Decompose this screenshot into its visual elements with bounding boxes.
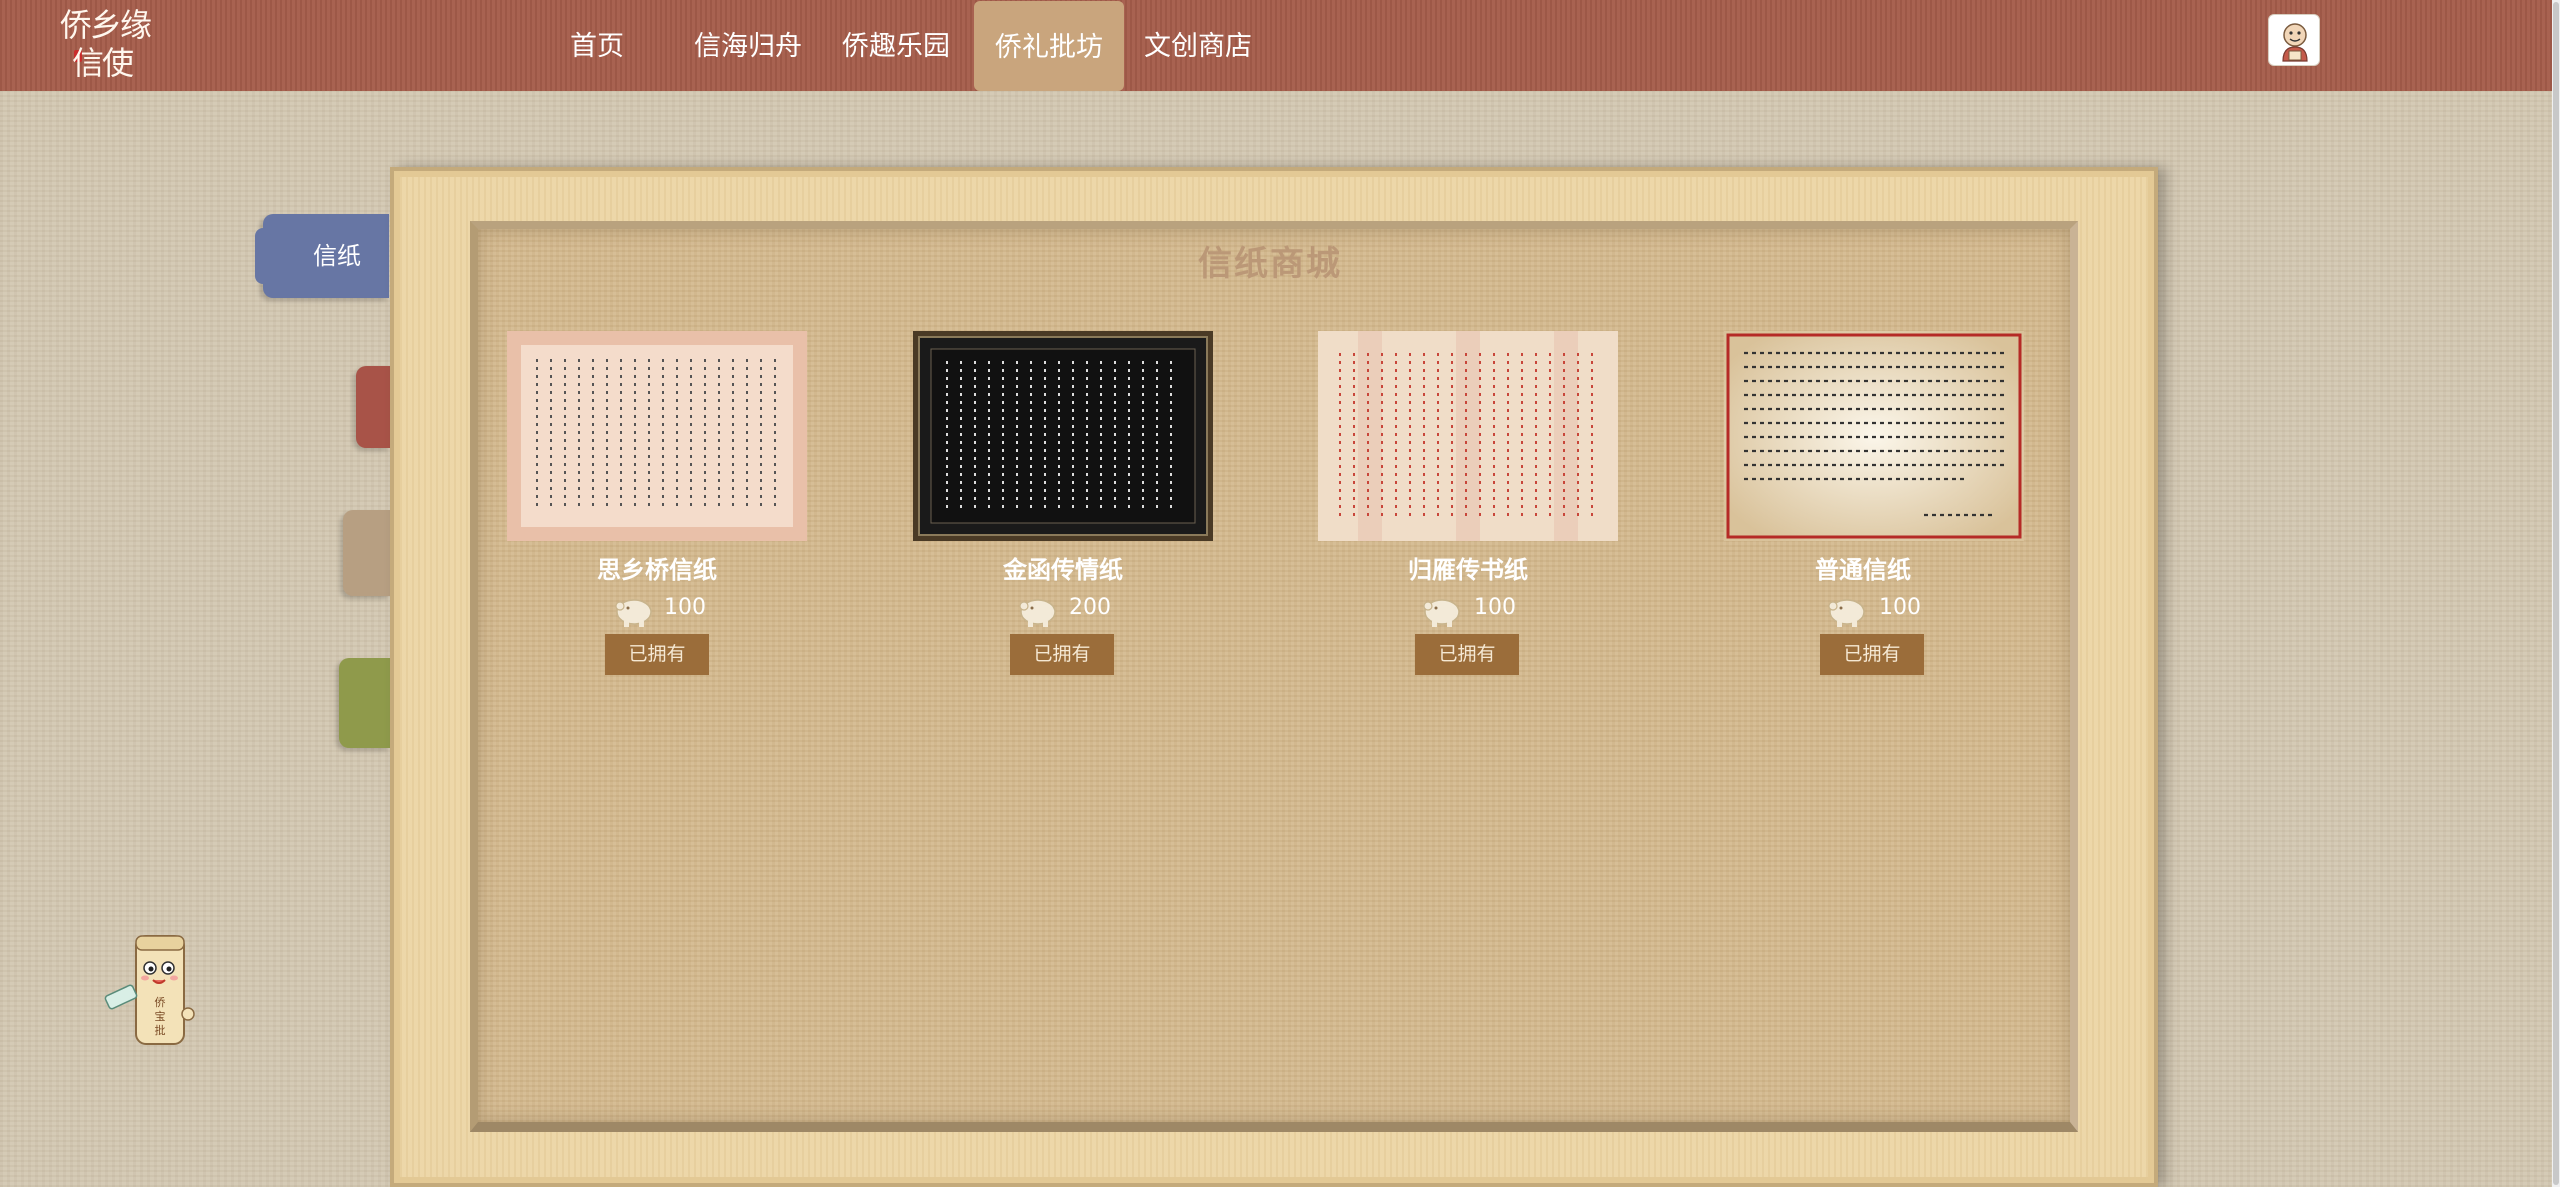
side-tab-letter-paper[interactable]: 信纸: [255, 214, 389, 298]
pig-coin-icon: [1420, 592, 1462, 628]
product-name-3: 归雁传书纸: [1408, 556, 1528, 584]
side-tab-label: 信纸: [313, 242, 361, 270]
nav-home[interactable]: 首页: [552, 0, 642, 91]
side-tab-olive[interactable]: [339, 658, 390, 748]
pig-coin-icon: [612, 592, 654, 628]
product-price-1: 100: [664, 595, 706, 620]
user-avatar[interactable]: [2268, 14, 2320, 66]
product-name-1: 思乡桥信纸: [597, 556, 717, 584]
top-navbar: 侨乡缘 信使 首页 信海归舟 侨趣乐园 侨礼批坊 文创商店: [0, 0, 2552, 91]
side-tab-red[interactable]: [356, 366, 390, 448]
logo-text-line1: 侨乡缘: [60, 6, 152, 44]
owned-button-2[interactable]: 已拥有: [1010, 634, 1114, 675]
logo-text-line2: 信使: [72, 44, 134, 82]
letter-paper-preview: [913, 331, 1213, 541]
mascot-scroll-icon: 侨 宝 批: [104, 935, 195, 1045]
avatar-character-icon: [2282, 23, 2308, 62]
page-scrollbar[interactable]: [2552, 0, 2560, 1187]
letter-paper-preview: [1318, 331, 1618, 541]
nav-xinhai-guizhou[interactable]: 信海归舟: [686, 0, 810, 91]
product-price-2: 200: [1069, 595, 1111, 620]
nav-qiaoli-pifang[interactable]: 侨礼批坊: [974, 1, 1124, 91]
site-logo[interactable]: 侨乡缘 信使: [58, 6, 168, 86]
pig-coin-icon: [1825, 592, 1867, 628]
product-image-2[interactable]: [913, 331, 1213, 541]
mascot-helper[interactable]: 侨 宝 批: [100, 928, 210, 1058]
nav-qiaoqu-leyuan[interactable]: 侨趣乐园: [834, 0, 958, 91]
letter-paper-preview: [1724, 331, 2024, 541]
letter-paper-preview: [507, 331, 807, 541]
mascot-text: 侨: [155, 996, 166, 1009]
owned-button-3[interactable]: 已拥有: [1415, 634, 1519, 675]
product-image-1[interactable]: [507, 331, 807, 541]
svg-text:宝: 宝: [155, 1009, 166, 1023]
product-name-2: 金函传情纸: [1003, 556, 1123, 584]
side-tab-tan[interactable]: [343, 510, 390, 596]
scrollbar-thumb[interactable]: [2553, 2, 2559, 1185]
svg-text:批: 批: [155, 1023, 166, 1037]
product-price-3: 100: [1474, 595, 1516, 620]
nav-wenchuang-shop[interactable]: 文创商店: [1136, 0, 1260, 91]
owned-button-1[interactable]: 已拥有: [605, 634, 709, 675]
product-price-4: 100: [1879, 595, 1921, 620]
owned-button-4[interactable]: 已拥有: [1820, 634, 1924, 675]
product-image-3[interactable]: [1318, 331, 1618, 541]
pig-coin-icon: [1016, 592, 1058, 628]
product-name-4: 普通信纸: [1815, 556, 1911, 584]
shop-title: 信纸商城: [1198, 244, 1342, 284]
product-image-4[interactable]: [1724, 331, 2024, 541]
